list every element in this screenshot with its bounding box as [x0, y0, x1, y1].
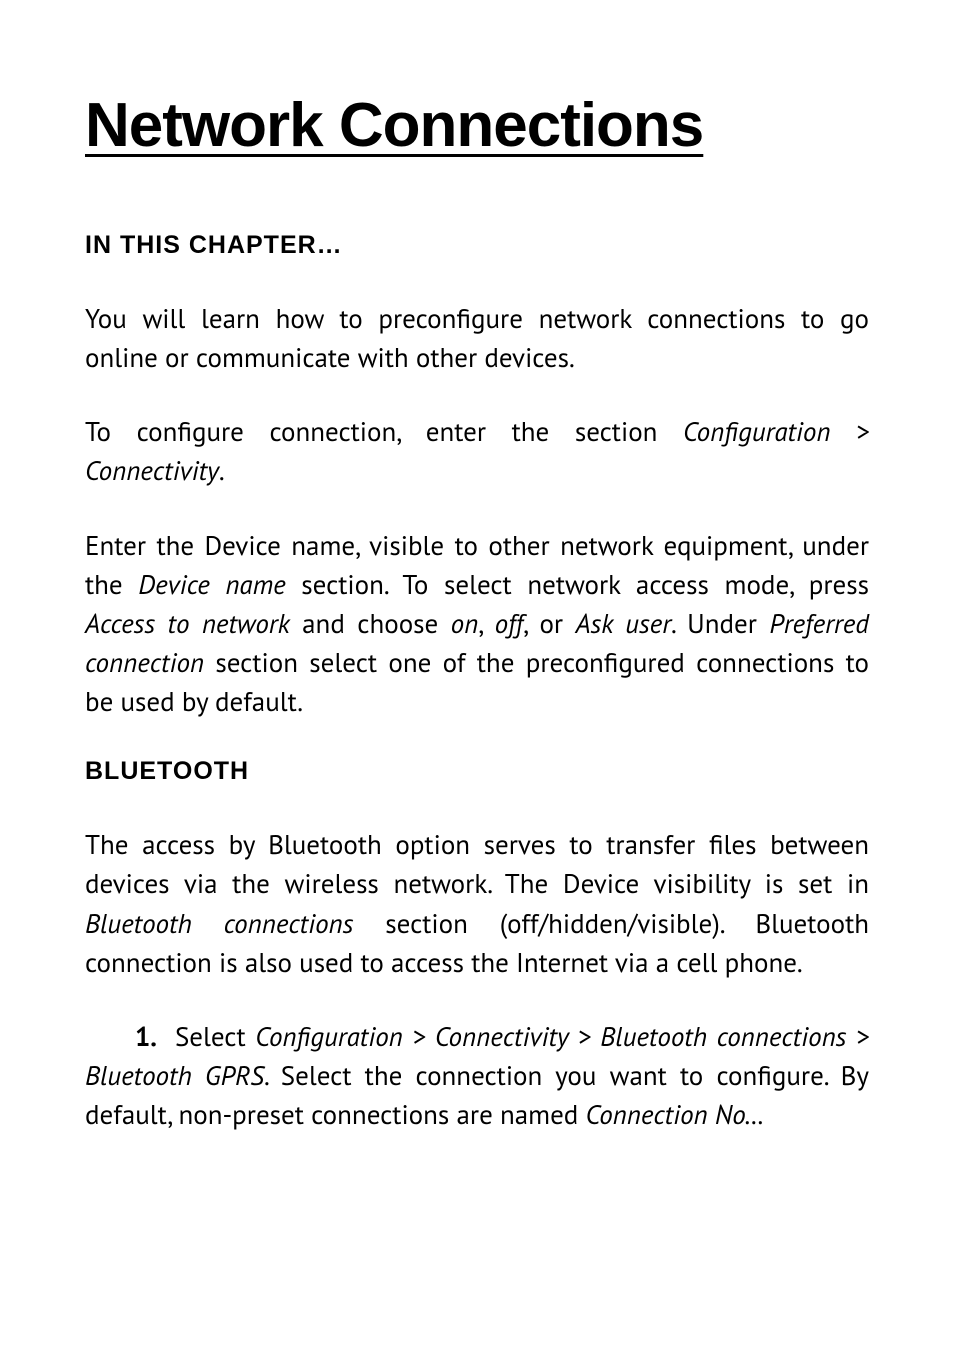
- ui-term: Bluetooth connections: [85, 907, 353, 941]
- bluetooth-step-1: 1.Select Configuration > Connectivity > …: [85, 1018, 869, 1135]
- bluetooth-paragraph-1: The access by Bluetooth option serves to…: [85, 826, 869, 983]
- text-segment: .: [219, 454, 225, 488]
- chapter-title: Network Connections: [85, 90, 869, 161]
- ui-term: Device name: [138, 568, 285, 602]
- section-heading-in-this-chapter: IN THIS CHAPTER…: [85, 231, 869, 260]
- text-segment: The access by Bluetooth option serves to…: [85, 828, 869, 901]
- ui-term: Access to network: [85, 607, 290, 641]
- ui-term: Connection No…: [586, 1098, 765, 1132]
- text-segment: section. To select network access mode, …: [286, 568, 869, 602]
- text-segment: , or: [523, 607, 575, 641]
- section-heading-bluetooth: BLUETOOTH: [85, 757, 869, 786]
- intro-paragraph-1: You will learn how to preconfigure netwo…: [85, 300, 869, 378]
- step-number: 1.: [135, 1020, 175, 1054]
- text-segment: . Under: [671, 607, 769, 641]
- ui-term: Ask user: [576, 607, 671, 641]
- intro-paragraph-3: Enter the Device name, visible to other …: [85, 527, 869, 723]
- text-segment: ,: [478, 607, 494, 641]
- ui-term: off: [495, 607, 523, 641]
- text-segment: To configure connection, enter the secti…: [85, 415, 683, 449]
- ui-term: on: [451, 607, 479, 641]
- text-segment: Select: [175, 1020, 255, 1054]
- text-segment: and choose: [290, 607, 451, 641]
- intro-paragraph-2: To configure connection, enter the secti…: [85, 413, 869, 491]
